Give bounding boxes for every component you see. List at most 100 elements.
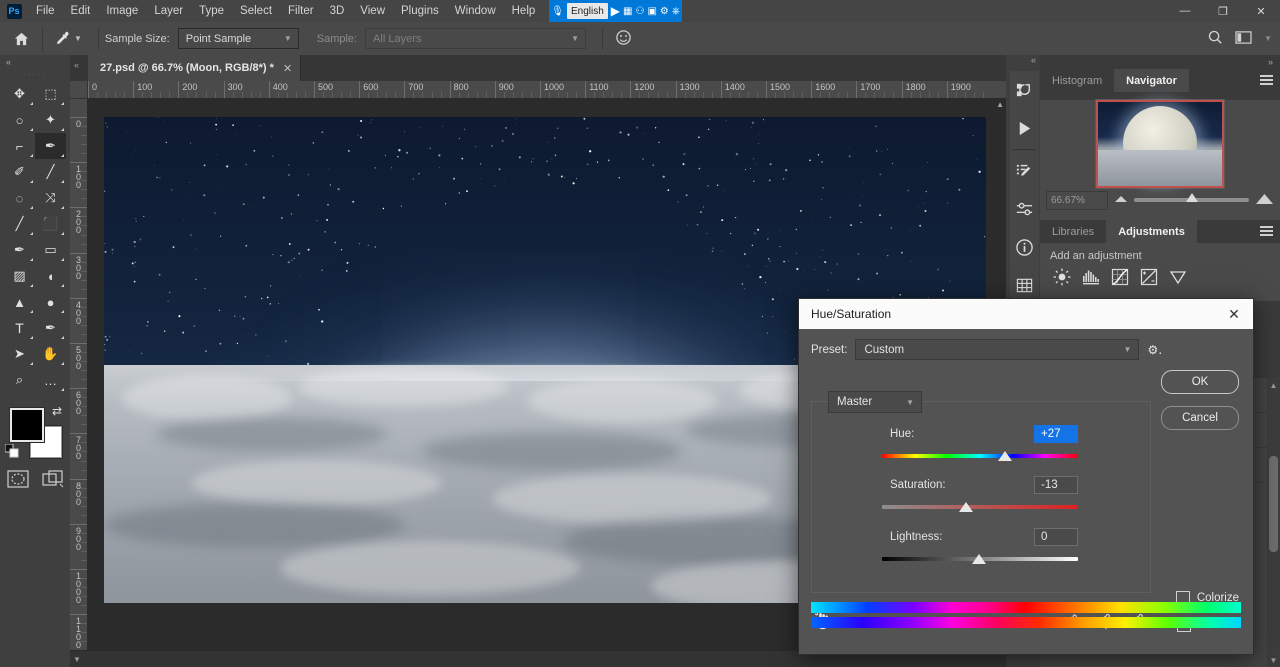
tab-libraries[interactable]: Libraries: [1040, 220, 1107, 243]
zoom-tool[interactable]: ⌕: [4, 367, 35, 393]
foreground-color-swatch[interactable]: [10, 408, 44, 442]
menu-3d[interactable]: 3D: [322, 0, 353, 22]
hue-slider-track[interactable]: [882, 451, 1078, 461]
zoom-level-field[interactable]: 66.67%: [1046, 190, 1108, 210]
crop-tool[interactable]: ⌐: [4, 133, 35, 159]
menu-image[interactable]: Image: [98, 0, 146, 22]
scroll-down-icon[interactable]: ▼: [1267, 653, 1280, 667]
status-chevron-icon[interactable]: ▼: [70, 655, 84, 664]
lightness-input[interactable]: 0: [1034, 528, 1078, 546]
lightness-slider-track[interactable]: [882, 554, 1078, 564]
settings-icon[interactable]: ⚙: [660, 3, 669, 19]
active-tool-preset[interactable]: ▼: [42, 25, 92, 52]
burn-tool[interactable]: ●: [35, 289, 66, 315]
ruler-corner[interactable]: [70, 81, 88, 99]
close-tab-icon[interactable]: ✕: [283, 62, 292, 75]
power-icon[interactable]: ⎈: [672, 3, 680, 19]
toolbar-collapse-icon[interactable]: «: [0, 55, 70, 69]
clone-stamp-tool[interactable]: ⬛: [35, 211, 66, 237]
dodge-tool[interactable]: ▲: [4, 289, 35, 315]
preset-options-icon[interactable]: ⚙․: [1147, 343, 1162, 357]
menu-window[interactable]: Window: [447, 0, 504, 22]
menu-file[interactable]: File: [28, 0, 63, 22]
default-colors-icon[interactable]: [4, 443, 19, 461]
zoom-slider-thumb[interactable]: [1185, 193, 1198, 202]
zoom-out-icon[interactable]: [1114, 194, 1128, 206]
curves-icon[interactable]: [1110, 267, 1130, 287]
swap-colors-icon[interactable]: ⇄: [52, 404, 62, 418]
scroll-up-icon[interactable]: ▲: [996, 100, 1004, 109]
tab-histogram[interactable]: Histogram: [1040, 69, 1115, 92]
menu-help[interactable]: Help: [504, 0, 544, 22]
pen-tool[interactable]: ✒: [35, 315, 66, 341]
scroll-up-icon[interactable]: ▲: [1267, 378, 1280, 392]
history-brush-tool[interactable]: ✒: [4, 237, 35, 263]
edit-toolbar-tool[interactable]: …: [35, 367, 66, 393]
tab-navigator[interactable]: Navigator: [1114, 69, 1189, 92]
blur-tool[interactable]: ◖: [35, 263, 66, 289]
maximize-button[interactable]: ❐: [1204, 0, 1242, 22]
menu-filter[interactable]: Filter: [280, 0, 322, 22]
zoom-slider[interactable]: [1134, 193, 1249, 202]
object-selection-tool[interactable]: ✦: [35, 107, 66, 133]
healing-brush-tool[interactable]: ╱: [35, 159, 66, 185]
menu-plugins[interactable]: Plugins: [393, 0, 447, 22]
play-icon[interactable]: ▶: [611, 3, 620, 19]
show-sampling-ring-icon[interactable]: [615, 29, 632, 49]
tabbar-collapse-icon[interactable]: «: [74, 60, 79, 70]
rectangular-marquee-tool[interactable]: ⬚: [35, 81, 66, 107]
menu-layer[interactable]: Layer: [146, 0, 191, 22]
horizontal-ruler[interactable]: 0 100 200 300 400 500 600 700 800 900 1000 1100 1200…: [70, 81, 1006, 99]
zoom-in-icon[interactable]: [1255, 193, 1274, 208]
close-icon[interactable]: ✕: [1223, 303, 1245, 325]
history-icon[interactable]: [1010, 71, 1039, 109]
gradient-tool[interactable]: ▨: [4, 263, 35, 289]
patch-tool[interactable]: ◌: [4, 185, 35, 211]
sample-select[interactable]: All Layers ▼: [365, 28, 587, 49]
rail-collapse-icon[interactable]: «: [1006, 55, 1040, 65]
menu-select[interactable]: Select: [232, 0, 280, 22]
dialog-title-bar[interactable]: Hue/Saturation ✕: [799, 299, 1253, 329]
levels-icon[interactable]: [1081, 267, 1101, 287]
tab-adjustments[interactable]: Adjustments: [1106, 220, 1197, 243]
channel-select[interactable]: Master ▼: [828, 391, 922, 413]
play-icon[interactable]: [1010, 109, 1039, 147]
home-icon[interactable]: [0, 32, 42, 46]
preset-select[interactable]: Custom ▼: [855, 339, 1140, 360]
scrollbar-thumb[interactable]: [1269, 456, 1278, 552]
navigator-thumbnail[interactable]: [1095, 99, 1225, 189]
navigator-view-box[interactable]: [1096, 100, 1224, 188]
clone-source-tool[interactable]: ⤨: [35, 185, 66, 211]
ink-icon[interactable]: ▦: [623, 3, 632, 19]
ime-language-label[interactable]: English: [566, 3, 608, 19]
lightness-slider-thumb[interactable]: [972, 554, 986, 564]
menu-edit[interactable]: Edit: [63, 0, 99, 22]
cancel-button[interactable]: Cancel: [1161, 406, 1239, 430]
pen-icon[interactable]: ⚇: [635, 3, 644, 19]
menu-type[interactable]: Type: [191, 0, 232, 22]
ime-toolbar[interactable]: 🎙 English ▶ ▦ ⚇ ▣ ⚙ ⎈: [549, 0, 682, 22]
hue-input[interactable]: +27: [1034, 425, 1078, 443]
menu-view[interactable]: View: [352, 0, 393, 22]
vertical-ruler[interactable]: 010020030040050060070080090010001100: [70, 98, 88, 667]
brush-tool[interactable]: ╱: [4, 211, 35, 237]
microphone-icon[interactable]: 🎙: [551, 3, 564, 19]
workspace-switcher-icon[interactable]: [1235, 30, 1252, 48]
close-button[interactable]: ✕: [1242, 0, 1280, 22]
hue-slider-thumb[interactable]: [998, 451, 1012, 461]
saturation-input[interactable]: -13: [1034, 476, 1078, 494]
vibrance-icon[interactable]: [1168, 267, 1188, 287]
chevron-down-icon[interactable]: ▼: [1264, 34, 1272, 43]
path-selection-tool[interactable]: ➤: [4, 341, 35, 367]
eraser-tool[interactable]: ▭: [35, 237, 66, 263]
brightness-contrast-icon[interactable]: [1052, 267, 1072, 287]
output-hue-bar[interactable]: [811, 617, 1241, 628]
saturation-slider-thumb[interactable]: [959, 502, 973, 512]
panel-menu-icon[interactable]: [1260, 75, 1273, 89]
minimize-button[interactable]: —: [1166, 0, 1204, 22]
saturation-slider-track[interactable]: [882, 502, 1078, 512]
spot-healing-brush-tool[interactable]: ✐: [4, 159, 35, 185]
eyedropper-tool[interactable]: ✒: [35, 133, 66, 159]
panel-menu-icon[interactable]: [1260, 226, 1273, 240]
lasso-tool[interactable]: ○: [4, 107, 35, 133]
